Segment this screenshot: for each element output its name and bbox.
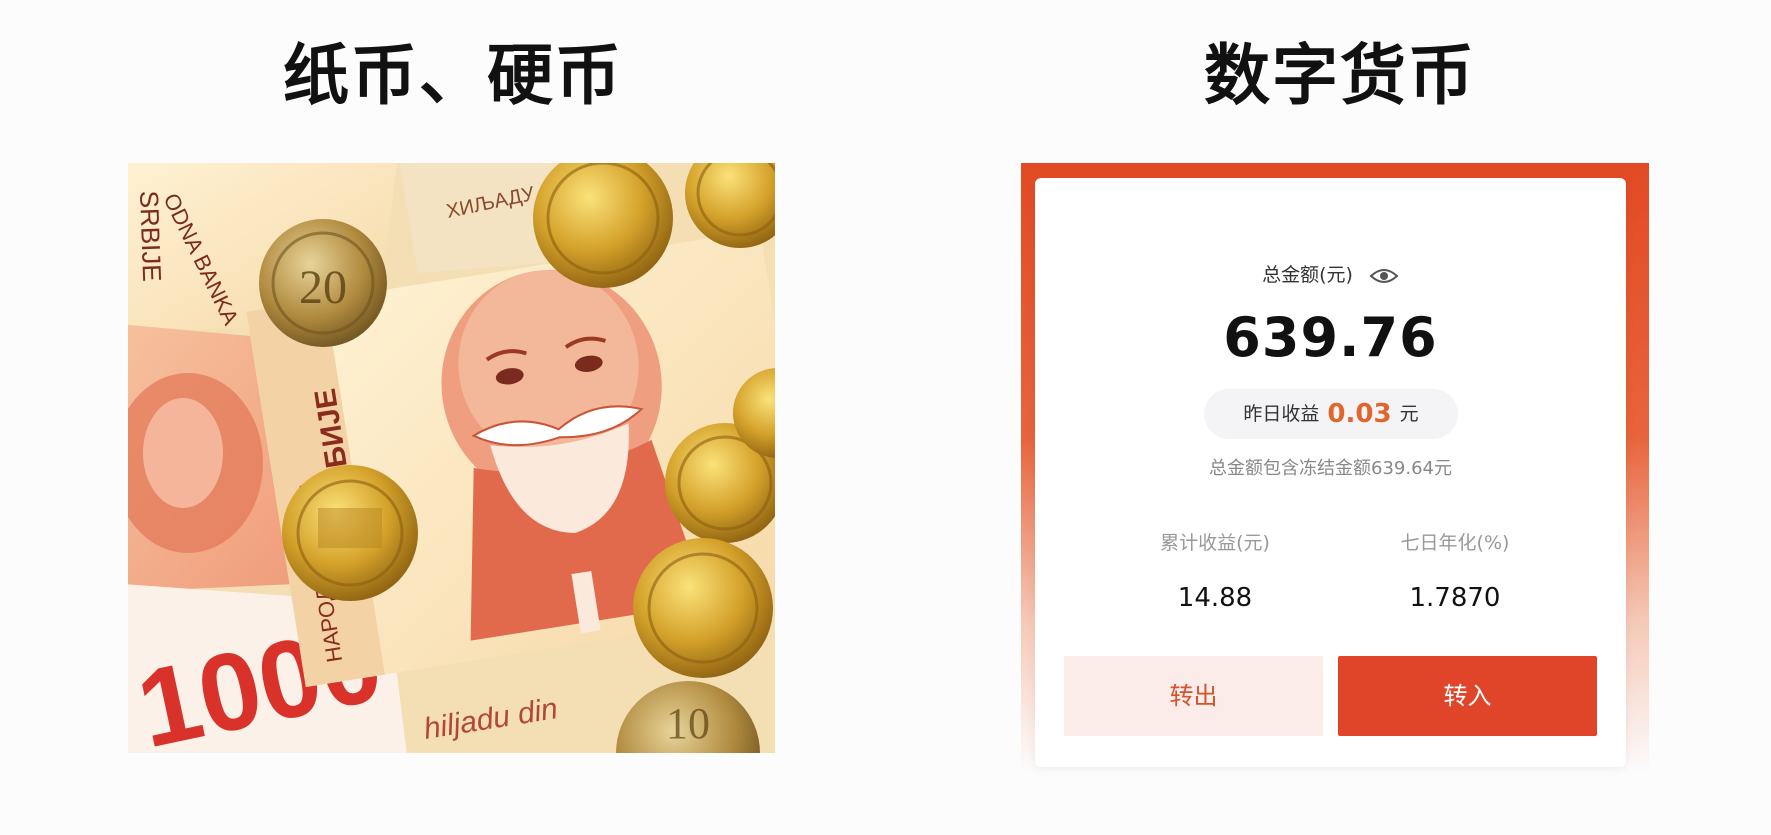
coin-4 [282, 465, 418, 601]
banknotes-coins-photo: ODNA BANKA SRBIJE ХИЉАДУ 1000 НАРОДНА БА… [128, 163, 775, 753]
page: 纸币、硬币 数字货币 ODNA BANKA SRBIJE ХИЉАДУ 1000… [0, 0, 1771, 835]
eye-icon[interactable] [1369, 266, 1399, 286]
seven-day-annualized-label: 七日年化(%) [1400, 532, 1510, 554]
heading-digital-currency: 数字货币 [1204, 37, 1476, 114]
svg-text:10: 10 [666, 699, 710, 748]
frozen-amount-note: 总金额包含冻结金额639.64元 [1209, 458, 1452, 479]
banknotes-and-coins-illustration: ODNA BANKA SRBIJE ХИЉАДУ 1000 НАРОДНА БА… [128, 163, 775, 753]
cumulative-earnings-value: 14.88 [1177, 583, 1253, 613]
seven-day-annualized: 七日年化(%) 1.7870 [1335, 528, 1575, 613]
coin-1: 20 [259, 219, 387, 347]
transfer-out-button[interactable]: 转出 [1064, 656, 1323, 736]
cumulative-earnings: 累计收益(元) 14.88 [1095, 528, 1335, 613]
cumulative-earnings-label: 累计收益(元) [1160, 532, 1270, 554]
yesterday-earnings-pill: 昨日收益 0.03 元 [1204, 389, 1458, 439]
transfer-in-button[interactable]: 转入 [1338, 656, 1597, 736]
svg-text:20: 20 [299, 261, 347, 314]
seven-day-annualized-value: 1.7870 [1409, 583, 1501, 613]
yesterday-earnings-unit: 元 [1399, 403, 1419, 425]
note-text-2: SRBIJE [134, 190, 167, 282]
total-amount-label: 总金额(元) [1262, 264, 1353, 286]
coin-7 [633, 538, 773, 678]
wallet-card: 总金额(元) 639.76 昨日收益 0.03 元 总金额包含冻结金额639.64元… [1035, 178, 1626, 767]
yesterday-earnings-value: 0.03 [1327, 399, 1392, 429]
total-amount-value: 639.76 [1223, 306, 1438, 369]
yesterday-earnings-label: 昨日收益 [1243, 403, 1320, 425]
total-amount-label-row: 总金额(元) [1035, 260, 1626, 287]
heading-paper-coins: 纸币、硬币 [283, 37, 623, 114]
